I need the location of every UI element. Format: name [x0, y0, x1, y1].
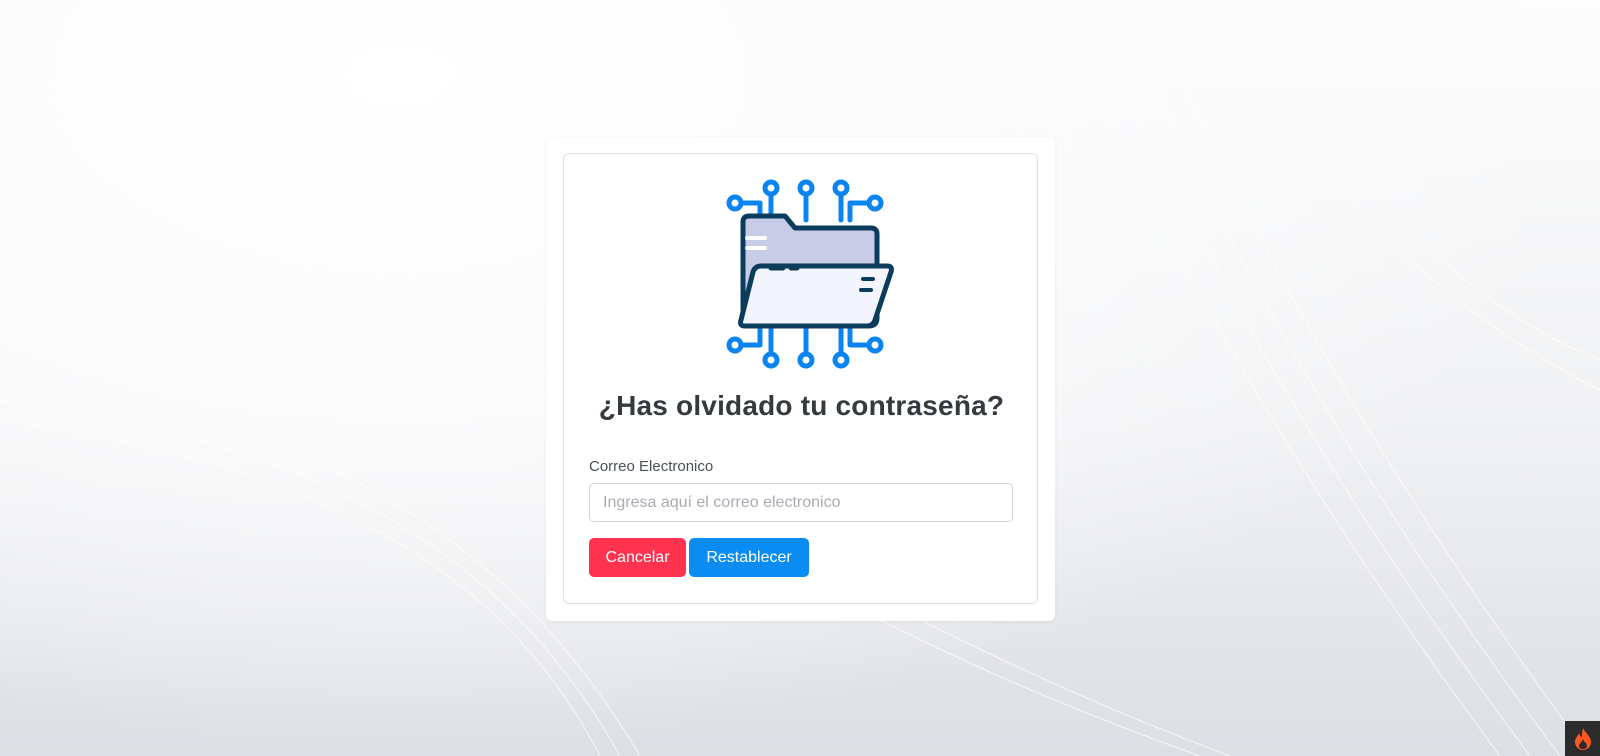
- email-label: Correo Electronico: [589, 458, 714, 475]
- reset-password-card: ¿Has olvidado tu contraseña? Correo Elec…: [546, 137, 1055, 621]
- corner-badge[interactable]: [1565, 721, 1600, 756]
- page-title: ¿Has olvidado tu contraseña?: [598, 390, 1005, 421]
- email-input[interactable]: [589, 483, 1013, 522]
- cancel-button[interactable]: Cancelar: [589, 538, 686, 577]
- card-body: ¿Has olvidado tu contraseña? Correo Elec…: [563, 153, 1038, 604]
- flame-icon: [1574, 727, 1591, 750]
- circuit-folder-icon: [726, 179, 894, 369]
- reset-button[interactable]: Restablecer: [689, 538, 809, 577]
